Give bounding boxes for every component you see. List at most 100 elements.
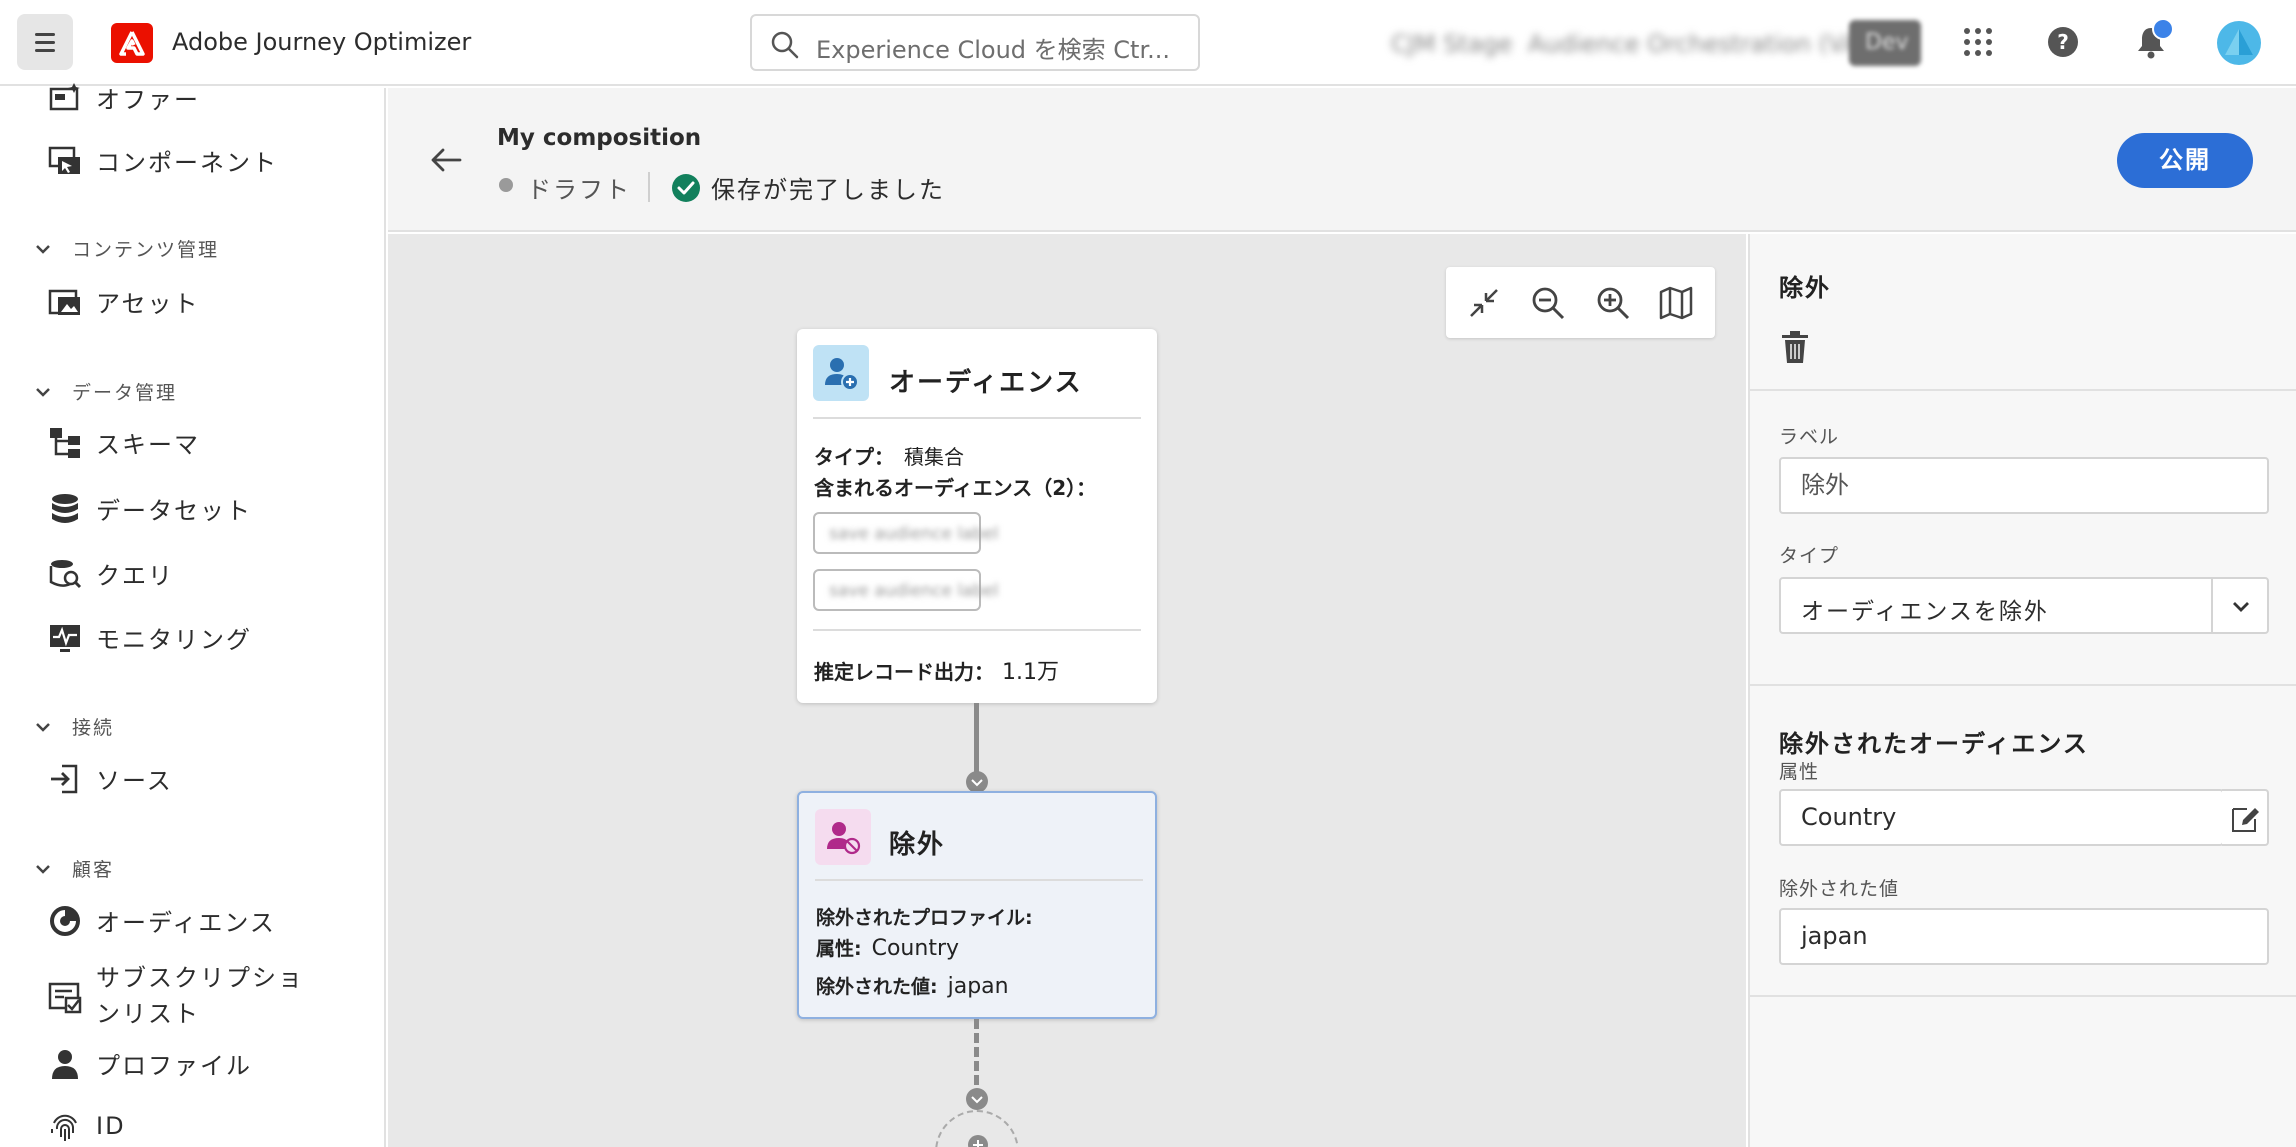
estimate-value: 1.1万 [1002, 660, 1059, 685]
excluded-value-input[interactable]: japan [1779, 908, 2269, 965]
panel-title: 除外 [1779, 274, 1831, 302]
sidebar-item-subscription-lists[interactable]: サブスクリプショ ンリスト [48, 960, 304, 1032]
excluded-value-row: 除外された値: japan [816, 972, 1009, 999]
attribute-input[interactable]: Country [1779, 789, 2224, 846]
excluded-value-field-label: 除外された値 [1779, 878, 1900, 900]
type-field-label: タイプ [1779, 545, 1840, 567]
sidebar-item-profiles[interactable]: プロファイル [48, 1046, 252, 1081]
edit-icon [2232, 808, 2259, 832]
divider [1750, 995, 2296, 997]
exclude-node-card[interactable]: 除外 除外されたプロファイル: 属性: Country 除外された値: japan [797, 791, 1157, 1019]
divider [1750, 389, 2296, 391]
dataset-icon [52, 493, 78, 523]
publish-button[interactable]: 公開 [2117, 133, 2253, 188]
type-value: 積集合 [904, 445, 964, 469]
status-dot [499, 178, 513, 192]
connector-line-dashed [974, 1019, 979, 1099]
chevron-down-icon [2233, 602, 2249, 612]
save-status-text: 保存が完了しました [711, 176, 945, 204]
identity-icon [51, 1114, 77, 1141]
zoom-in-icon[interactable] [1595, 285, 1631, 321]
fit-to-screen-icon[interactable] [1466, 285, 1502, 321]
checkmark-circle-icon [672, 174, 700, 202]
section-customer[interactable]: 顧客 [34, 855, 114, 882]
hamburger-menu-button[interactable] [17, 14, 73, 70]
type-label: タイプ： [814, 445, 894, 469]
audience-chip[interactable]: save audience label [813, 512, 998, 554]
sidebar-item-offers[interactable]: オファー [48, 80, 200, 115]
sidebar-item-monitoring[interactable]: モニタリング [48, 620, 252, 655]
svg-text:?: ? [2057, 30, 2069, 54]
sidebar-item-audiences[interactable]: オーディエンス [48, 903, 276, 938]
sidebar-item-assets[interactable]: アセット [48, 284, 200, 319]
sidebar-item-label: モニタリング [96, 626, 252, 654]
map-icon[interactable] [1658, 285, 1694, 321]
attribute-value: Country [871, 936, 960, 961]
sidebar-item-label: オーディエンス [96, 909, 276, 937]
attribute-row: 属性: Country [816, 934, 959, 961]
org-name[interactable]: CJM Stage [1391, 30, 1513, 58]
delete-icon[interactable] [1780, 330, 1810, 364]
chip-label: save audience label [829, 524, 999, 544]
excluded-value-label: 除外された値: [816, 976, 938, 998]
sidebar-item-sources[interactable]: ソース [48, 761, 173, 796]
section-content-management[interactable]: コンテンツ管理 [34, 235, 219, 262]
section-label: コンテンツ管理 [72, 239, 220, 261]
audience-chip[interactable]: save audience label [813, 569, 998, 611]
sidebar-item-components[interactable]: コンポーネント [48, 143, 278, 178]
env-badge: Dev [1849, 20, 1921, 66]
sidebar-item-schemas[interactable]: スキーマ [48, 425, 200, 460]
help-icon[interactable]: ? [2047, 26, 2079, 58]
sidebar-item-queries[interactable]: クエリ [48, 556, 174, 591]
left-navigation: オファー コンポーネント コンテンツ管理 アセット データ管理 スキーマ データ… [0, 82, 386, 1147]
section-data-management[interactable]: データ管理 [34, 378, 177, 405]
type-select-value: オーディエンスを除外 [1801, 599, 2049, 625]
notification-dot [2152, 18, 2174, 40]
sidebar-item-identities[interactable]: ID [48, 1109, 126, 1143]
sidebar-item-label: オファー [96, 86, 200, 114]
components-icon [48, 146, 80, 174]
estimate-label: 推定レコード出力： [814, 660, 994, 684]
adobe-logo-icon[interactable] [111, 23, 153, 63]
sandbox-name[interactable]: Audience Orchestration (VA7) [1528, 30, 1884, 58]
zoom-out-icon[interactable] [1530, 285, 1566, 321]
label-input[interactable]: 除外 [1779, 457, 2269, 514]
divider [815, 879, 1143, 881]
type-select-button[interactable] [2211, 579, 2267, 632]
avatar[interactable] [2217, 21, 2261, 65]
top-bar: Adobe Journey Optimizer Experience Cloud… [0, 0, 2296, 86]
audience-node-card[interactable]: オーディエンス タイプ： 積集合 含まれるオーディエンス（2）： save aud… [797, 329, 1157, 703]
sidebar-item-datasets[interactable]: データセット [48, 491, 252, 526]
excluded-profiles-label: 除外されたプロファイル: [816, 907, 1033, 929]
chip-label: save audience label [829, 581, 999, 601]
label-line-1: サブスクリプショ [96, 964, 304, 992]
search-input[interactable]: Experience Cloud を検索 Ctr... [750, 14, 1200, 71]
schema-icon [50, 427, 80, 458]
chevron-down-icon [971, 1096, 983, 1104]
audience-type-row: タイプ： 積集合 [814, 441, 964, 470]
section-label: 接続 [72, 717, 115, 739]
section-label: データ管理 [72, 382, 178, 404]
apps-grid-icon[interactable] [1962, 26, 1994, 58]
section-label: 顧客 [72, 859, 115, 881]
back-arrow-icon[interactable] [428, 142, 464, 178]
sidebar-item-label: ID [96, 1112, 126, 1140]
env-badge-label: Dev [1865, 30, 1909, 55]
estimated-output-row: 推定レコード出力： 1.1万 [814, 654, 1059, 686]
edit-attribute-button[interactable] [2222, 789, 2269, 846]
divider [1750, 684, 2296, 686]
subscription-list-icon [48, 982, 82, 1014]
connector-handle[interactable] [966, 771, 988, 793]
composition-title: My composition [497, 125, 702, 151]
app-title[interactable]: Adobe Journey Optimizer [172, 28, 471, 56]
sidebar-item-label: サブスクリプショ ンリスト [96, 960, 304, 1032]
zoom-toolbar [1446, 267, 1715, 338]
connector-handle[interactable] [966, 1088, 988, 1110]
sidebar-item-label: クエリ [96, 562, 174, 590]
divider [648, 172, 650, 202]
properties-panel: 除外 ラベル 除外 タイプ オーディエンスを除外 除外されたオーディエンス 属性… [1748, 234, 2296, 1147]
type-select[interactable]: オーディエンスを除外 [1779, 577, 2269, 634]
chevron-down-icon [36, 722, 50, 732]
add-icon [968, 1135, 988, 1147]
section-connections[interactable]: 接続 [34, 713, 114, 740]
